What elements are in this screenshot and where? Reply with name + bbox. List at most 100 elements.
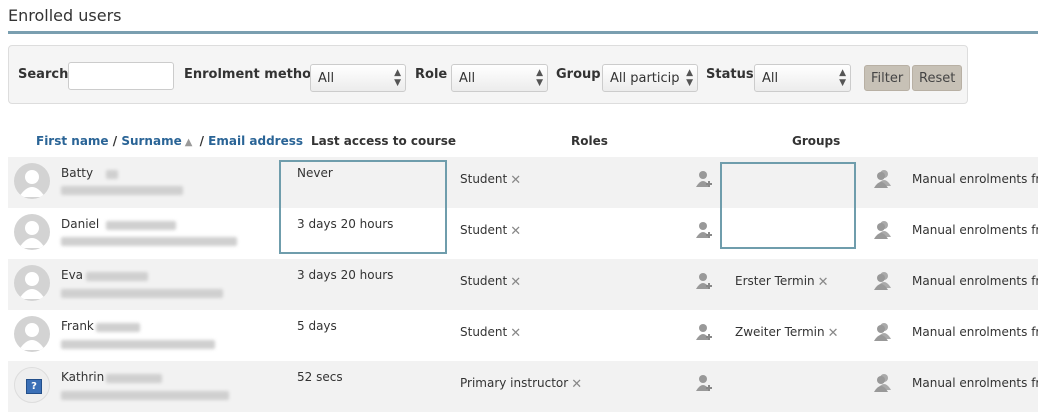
redacted-surname [96, 323, 140, 332]
role-value: Student ✕ [460, 325, 521, 341]
role-value: Primary instructor ✕ [460, 376, 582, 392]
enrolment-method: Manual enrolments fro [912, 325, 1038, 339]
role-label: Primary instructor [460, 376, 569, 390]
group-select[interactable]: All particip ▲ ▼ [602, 64, 698, 92]
last-access-value: 3 days 20 hours [297, 268, 394, 282]
group-value: Zweiter Termin ✕ [735, 325, 839, 341]
enrolment-method: Manual enrolments fro [912, 172, 1038, 186]
enrolment-method: Manual enrolments fro [912, 376, 1038, 390]
select-arrows-icon: ▲ ▼ [536, 68, 543, 88]
select-arrows-icon: ▲ ▼ [686, 68, 693, 88]
role-value: Student ✕ [460, 223, 521, 239]
user-first-name[interactable]: Batty [61, 166, 93, 180]
redacted-email [61, 289, 223, 298]
group-label: Erster Termin [735, 274, 815, 288]
enrolment-method: Manual enrolments fro [912, 223, 1038, 237]
group-label: Group [556, 67, 601, 82]
role-label: Student [460, 172, 508, 186]
role-label: Role [415, 67, 448, 82]
last-access-column-header: Last access to course [311, 134, 456, 148]
table-row: Frank 5 days Student ✕ Zweiter Termin ✕ Ma… [8, 310, 1038, 361]
filter-bar: Search Enrolment methods All ▲ ▼ Role All… [8, 45, 968, 104]
redacted-email [61, 340, 215, 349]
enrolment-method: Manual enrolments fro [912, 274, 1038, 288]
assign-role-icon[interactable] [696, 373, 714, 397]
redacted-surname [106, 170, 118, 179]
redacted-email [61, 391, 229, 400]
user-first-name[interactable]: Kathrin [61, 370, 104, 384]
group-value: Erster Termin ✕ [735, 274, 829, 290]
enrolment-methods-value: All [318, 71, 335, 86]
assign-group-icon[interactable] [874, 220, 892, 244]
role-value: All [459, 71, 476, 86]
highlight-box-groups [720, 162, 856, 249]
remove-group-icon[interactable]: ✕ [828, 326, 839, 341]
status-label: Status [706, 67, 754, 82]
assign-role-icon[interactable] [696, 169, 714, 193]
role-label: Student [460, 223, 508, 237]
select-arrows-icon: ▲ ▼ [839, 68, 846, 88]
role-value: Student ✕ [460, 274, 521, 290]
assign-role-icon[interactable] [696, 322, 714, 346]
user-first-name[interactable]: Daniel [61, 217, 99, 231]
enrolment-methods-select[interactable]: All ▲ ▼ [310, 64, 406, 92]
table-row: ? Kathrin 52 secs Primary instructor ✕ Ma… [8, 361, 1038, 412]
user-first-name[interactable]: Eva [61, 268, 83, 282]
role-label: Student [460, 274, 508, 288]
status-value: All [762, 71, 779, 86]
sort-first-name-link[interactable]: First name [36, 134, 109, 148]
assign-group-icon[interactable] [874, 373, 892, 397]
sort-surname-link[interactable]: Surname [121, 134, 181, 148]
highlight-box-last-access [279, 160, 447, 254]
user-avatar-icon[interactable]: ? [14, 367, 50, 403]
last-access-value: 52 secs [297, 370, 343, 384]
table-row: Daniel 3 days 20 hours Student ✕ Manual e… [8, 208, 1038, 259]
group-label: Zweiter Termin [735, 325, 825, 339]
roles-column-header: Roles [571, 134, 608, 148]
remove-role-icon[interactable]: ✕ [571, 377, 582, 392]
name-column-header: First name / Surname ▲ / Email address [36, 134, 303, 148]
redacted-email [61, 186, 183, 195]
role-label: Student [460, 325, 508, 339]
redacted-email [61, 237, 237, 246]
role-value: Student ✕ [460, 172, 521, 188]
search-input[interactable] [68, 62, 174, 90]
search-label: Search [18, 67, 69, 82]
redacted-surname [86, 272, 148, 281]
header-separator: / [195, 134, 209, 148]
sort-ascending-icon: ▲ [184, 137, 193, 148]
table-row: Eva 3 days 20 hours Student ✕ Erster Term… [8, 259, 1038, 310]
status-select[interactable]: All ▲ ▼ [754, 64, 851, 92]
assign-role-icon[interactable] [696, 220, 714, 244]
remove-role-icon[interactable]: ✕ [510, 326, 521, 341]
question-icon: ? [26, 379, 42, 394]
role-select[interactable]: All ▲ ▼ [451, 64, 548, 92]
assign-group-icon[interactable] [874, 271, 892, 295]
assign-role-icon[interactable] [696, 271, 714, 295]
title-rule [8, 31, 1038, 34]
table-row: Batty Never Student ✕ Manual enrolments f… [8, 157, 1038, 208]
group-value: All particip [610, 71, 680, 86]
remove-role-icon[interactable]: ✕ [510, 173, 521, 188]
user-first-name[interactable]: Frank [61, 319, 94, 333]
user-avatar-icon[interactable] [14, 214, 50, 250]
redacted-surname [106, 221, 176, 230]
last-access-value: 5 days [297, 319, 337, 333]
user-avatar-icon[interactable] [14, 163, 50, 199]
assign-group-icon[interactable] [874, 322, 892, 346]
page-title: Enrolled users [8, 6, 122, 25]
groups-column-header: Groups [792, 134, 841, 148]
redacted-surname [106, 374, 162, 383]
remove-group-icon[interactable]: ✕ [818, 275, 829, 290]
remove-role-icon[interactable]: ✕ [510, 275, 521, 290]
user-avatar-icon[interactable] [14, 265, 50, 301]
header-separator: / [108, 134, 122, 148]
remove-role-icon[interactable]: ✕ [510, 224, 521, 239]
assign-group-icon[interactable] [874, 169, 892, 193]
reset-button[interactable]: Reset [912, 65, 963, 91]
user-avatar-icon[interactable] [14, 316, 50, 352]
enrolment-methods-label: Enrolment methods [184, 67, 329, 82]
filter-button[interactable]: Filter [864, 65, 911, 91]
sort-email-link[interactable]: Email address [208, 134, 303, 148]
select-arrows-icon: ▲ ▼ [394, 68, 401, 88]
